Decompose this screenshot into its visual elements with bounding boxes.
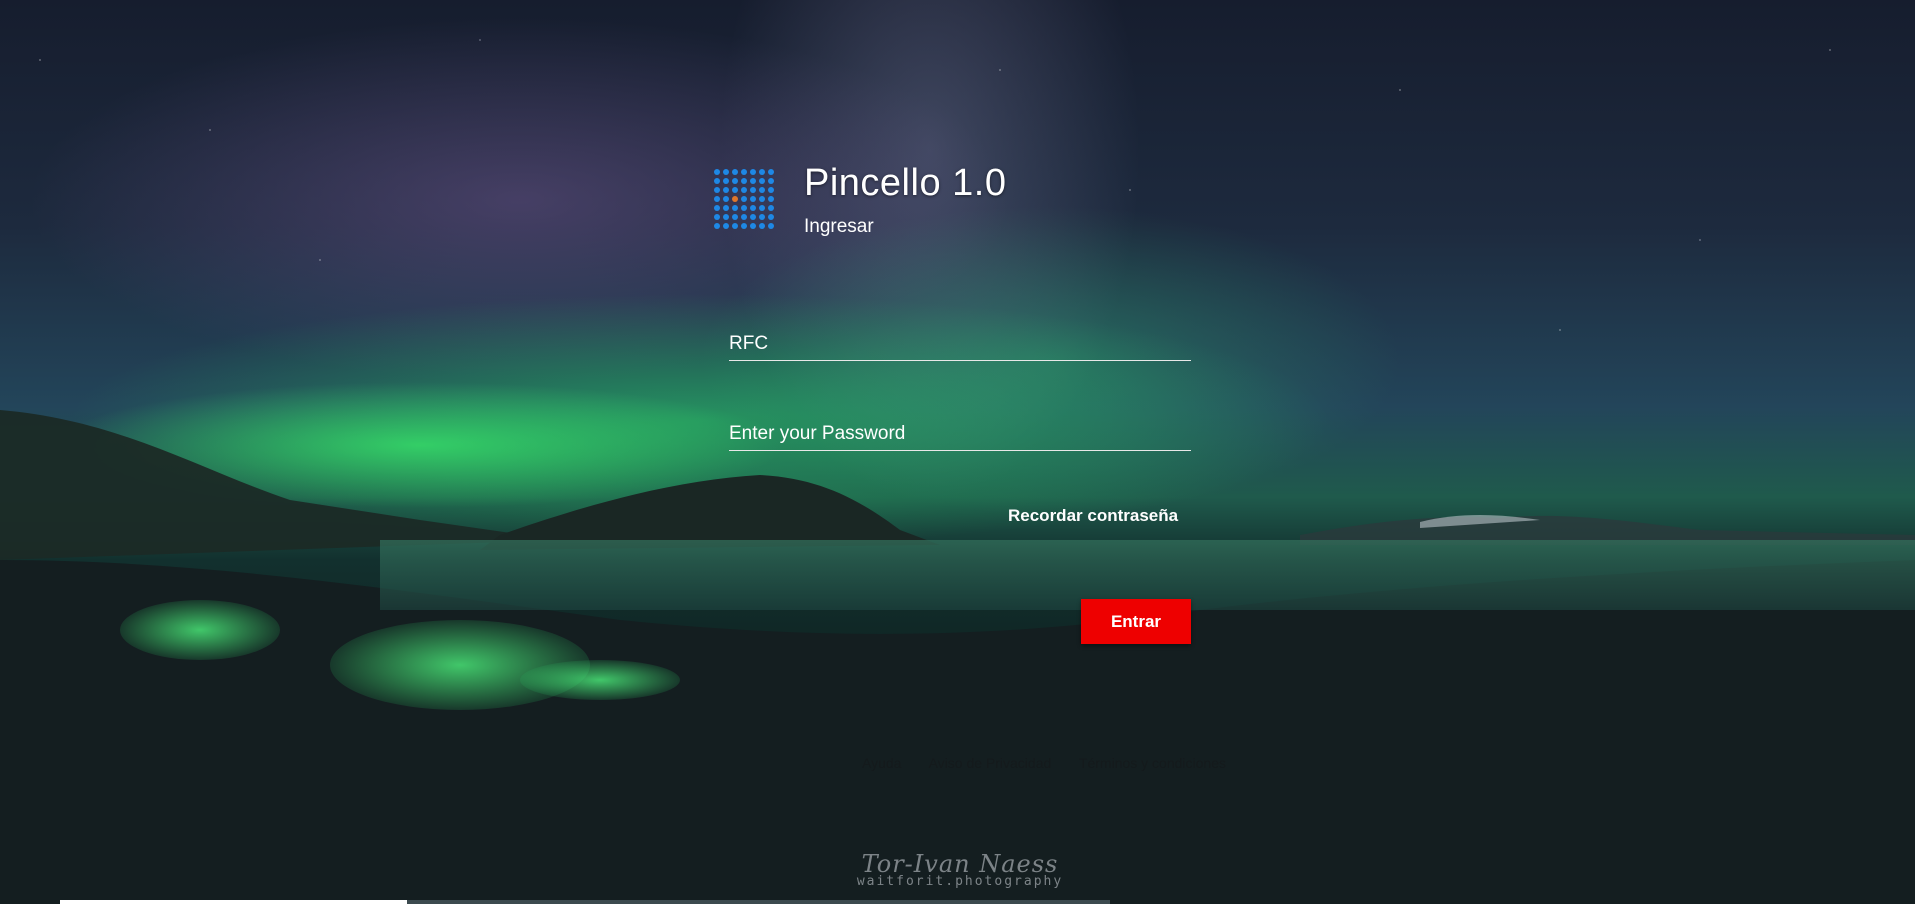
watermark-site: waitforit.photography xyxy=(856,874,1064,889)
rfc-input[interactable]: RFC xyxy=(729,328,1191,361)
reflection-pool xyxy=(520,660,680,700)
footer-links: Ayuda Aviso de Privacidad Términos y con… xyxy=(862,755,1250,771)
app-header: Pincello 1.0 Ingresar xyxy=(714,162,1074,244)
login-button[interactable]: Entrar xyxy=(1081,599,1191,644)
password-placeholder: Enter your Password xyxy=(729,423,906,444)
footer-link-help[interactable]: Ayuda xyxy=(862,755,901,771)
slideshow-progress-bar xyxy=(60,900,1110,904)
slideshow-progress-fill xyxy=(60,900,407,904)
page-subtitle: Ingresar xyxy=(804,216,874,237)
footer-link-privacy[interactable]: Aviso de Privacidad xyxy=(929,755,1052,771)
password-input[interactable]: Enter your Password xyxy=(729,418,1191,451)
footer-link-terms[interactable]: Términos y condiciones xyxy=(1079,755,1226,771)
remember-password-link[interactable]: Recordar contraseña xyxy=(1008,506,1178,526)
rfc-placeholder: RFC xyxy=(729,333,769,354)
reflection-pool xyxy=(120,600,280,660)
app-logo-icon xyxy=(714,169,778,233)
app-title: Pincello 1.0 xyxy=(804,162,1007,204)
photographer-watermark: Tor-Ivan Naess waitforit.photography xyxy=(810,850,1110,900)
